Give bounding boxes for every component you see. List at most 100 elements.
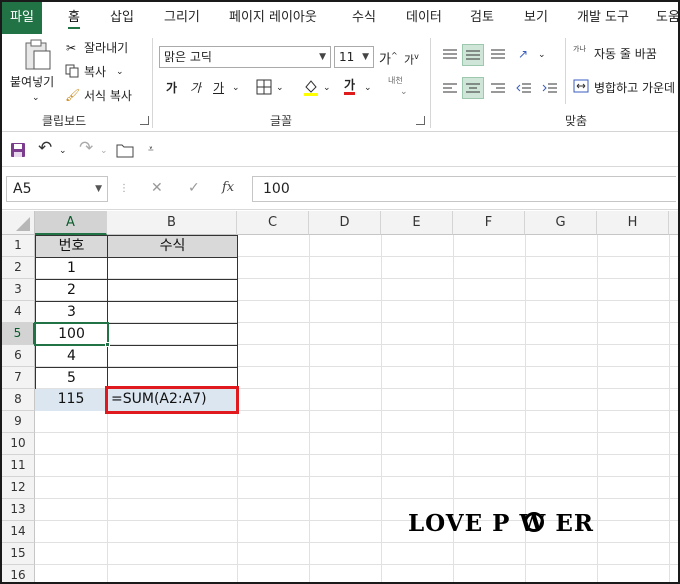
- bold-button[interactable]: 가: [166, 80, 177, 96]
- customize-qat-icon[interactable]: ⩡: [148, 142, 154, 158]
- cell-b3[interactable]: [107, 279, 238, 302]
- column-header-b[interactable]: B: [107, 211, 237, 235]
- format-painter-icon[interactable]: 🖌: [65, 87, 80, 103]
- row-header[interactable]: 5: [2, 323, 35, 345]
- tab-home[interactable]: 홈: [68, 9, 80, 29]
- align-left-icon[interactable]: [439, 78, 461, 98]
- fill-color-icon[interactable]: [302, 78, 320, 100]
- align-top-icon[interactable]: [439, 44, 461, 64]
- row-header[interactable]: 13: [2, 499, 35, 521]
- cell-a5-active[interactable]: 100: [34, 322, 109, 346]
- clipboard-dialog-launcher-icon[interactable]: [140, 116, 149, 125]
- orientation-icon[interactable]: ↗: [518, 46, 528, 62]
- orientation-dropdown-icon[interactable]: ⌄: [538, 47, 546, 63]
- tab-review[interactable]: 검토: [470, 9, 494, 29]
- tab-insert[interactable]: 삽입: [110, 9, 134, 29]
- fill-handle[interactable]: [105, 342, 110, 347]
- tab-data[interactable]: 데이터: [406, 9, 442, 29]
- font-color-dropdown-icon[interactable]: ⌄: [364, 80, 372, 96]
- undo-dropdown-icon[interactable]: ⌄: [59, 143, 67, 159]
- column-header-h[interactable]: H: [597, 211, 669, 235]
- paste-icon[interactable]: [20, 38, 54, 72]
- save-icon[interactable]: [10, 142, 26, 162]
- undo-icon[interactable]: ↶: [38, 140, 52, 157]
- column-header-f[interactable]: F: [453, 211, 525, 235]
- cell-a2[interactable]: 1: [35, 257, 108, 280]
- tab-formulas[interactable]: 수식: [352, 9, 376, 29]
- cell-a4[interactable]: 3: [35, 301, 108, 324]
- underline-dropdown-icon[interactable]: ⌄: [232, 80, 240, 96]
- borders-dropdown-icon[interactable]: ⌄: [276, 80, 284, 96]
- row-header[interactable]: 12: [2, 477, 35, 499]
- format-painter-button[interactable]: 서식 복사: [84, 88, 132, 104]
- row-header[interactable]: 6: [2, 345, 35, 367]
- row-header[interactable]: 10: [2, 433, 35, 455]
- insert-function-icon[interactable]: fx: [222, 180, 234, 196]
- row-header[interactable]: 14: [2, 521, 35, 543]
- worksheet-grid[interactable]: A B C D E F G H 1 2 3 4 5 6 7 8 9 10 11 …: [2, 211, 678, 582]
- cell-b5[interactable]: [107, 323, 238, 346]
- row-header[interactable]: 1: [2, 235, 35, 257]
- shrink-font-button[interactable]: 가v: [404, 49, 419, 69]
- row-header[interactable]: 2: [2, 257, 35, 279]
- row-header[interactable]: 9: [2, 411, 35, 433]
- open-folder-icon[interactable]: [116, 142, 134, 162]
- row-header[interactable]: 15: [2, 543, 35, 565]
- cell-b1[interactable]: 수식: [107, 235, 238, 258]
- decrease-indent-icon[interactable]: [514, 78, 534, 98]
- underline-button[interactable]: 가: [213, 80, 224, 96]
- column-header-g[interactable]: G: [525, 211, 597, 235]
- tab-draw[interactable]: 그리기: [164, 9, 200, 29]
- cell-a6[interactable]: 4: [35, 345, 108, 368]
- tab-view[interactable]: 보기: [524, 9, 548, 29]
- cell-a3[interactable]: 2: [35, 279, 108, 302]
- row-header[interactable]: 3: [2, 279, 35, 301]
- cell-b4[interactable]: [107, 301, 238, 324]
- redo-icon[interactable]: ↷: [79, 140, 93, 157]
- fill-dropdown-icon[interactable]: ⌄: [323, 80, 331, 96]
- cut-icon[interactable]: ✂: [66, 40, 76, 56]
- font-dialog-launcher-icon[interactable]: [416, 116, 425, 125]
- wrap-text-button[interactable]: 자동 줄 바꿈: [594, 46, 657, 62]
- copy-button[interactable]: 복사: [84, 64, 106, 80]
- copy-dropdown-icon[interactable]: ⌄: [116, 64, 124, 80]
- cell-a1[interactable]: 번호: [35, 235, 108, 258]
- increase-indent-icon[interactable]: [540, 78, 560, 98]
- column-header-e[interactable]: E: [381, 211, 453, 235]
- align-center-icon[interactable]: [462, 77, 484, 99]
- cut-button[interactable]: 잘라내기: [84, 40, 128, 56]
- column-header-d[interactable]: D: [309, 211, 381, 235]
- align-bottom-icon[interactable]: [487, 44, 509, 64]
- cell-a8[interactable]: 115: [35, 389, 107, 411]
- paste-dropdown-icon[interactable]: ⌄: [32, 90, 40, 106]
- borders-icon[interactable]: [256, 79, 272, 99]
- row-header[interactable]: 7: [2, 367, 35, 389]
- align-right-icon[interactable]: [487, 78, 509, 98]
- font-name-select[interactable]: 맑은 고딕 ▼: [159, 46, 331, 68]
- enter-icon[interactable]: ✓: [188, 180, 200, 196]
- copy-icon[interactable]: [65, 64, 79, 82]
- italic-button[interactable]: 가: [190, 80, 201, 96]
- column-header-a[interactable]: A: [35, 211, 107, 235]
- row-header[interactable]: 16: [2, 565, 35, 582]
- tab-help[interactable]: 도움: [656, 9, 678, 29]
- row-header[interactable]: 8: [2, 389, 35, 411]
- tab-page-layout[interactable]: 페이지 레이아웃: [229, 9, 317, 29]
- select-all-corner[interactable]: [2, 211, 35, 235]
- cell-a7[interactable]: 5: [35, 367, 108, 390]
- redo-dropdown-icon[interactable]: ⌄: [100, 143, 108, 159]
- cancel-icon[interactable]: ✕: [151, 180, 163, 196]
- tab-developer[interactable]: 개발 도구: [577, 9, 629, 29]
- font-size-select[interactable]: 11 ▼: [334, 46, 374, 68]
- name-box[interactable]: A5 ▼: [6, 176, 108, 202]
- paste-button[interactable]: 붙여넣기: [10, 74, 54, 90]
- column-header-c[interactable]: C: [237, 211, 309, 235]
- cell-b2[interactable]: [107, 257, 238, 280]
- phonetic-dropdown-icon[interactable]: ⌄: [400, 84, 408, 100]
- font-color-button[interactable]: 가: [344, 78, 356, 95]
- grow-font-button[interactable]: 가^: [379, 48, 398, 68]
- row-header[interactable]: 4: [2, 301, 35, 323]
- row-header[interactable]: 11: [2, 455, 35, 477]
- align-middle-icon[interactable]: [462, 44, 484, 66]
- merge-center-button[interactable]: 병합하고 가운데: [594, 80, 675, 96]
